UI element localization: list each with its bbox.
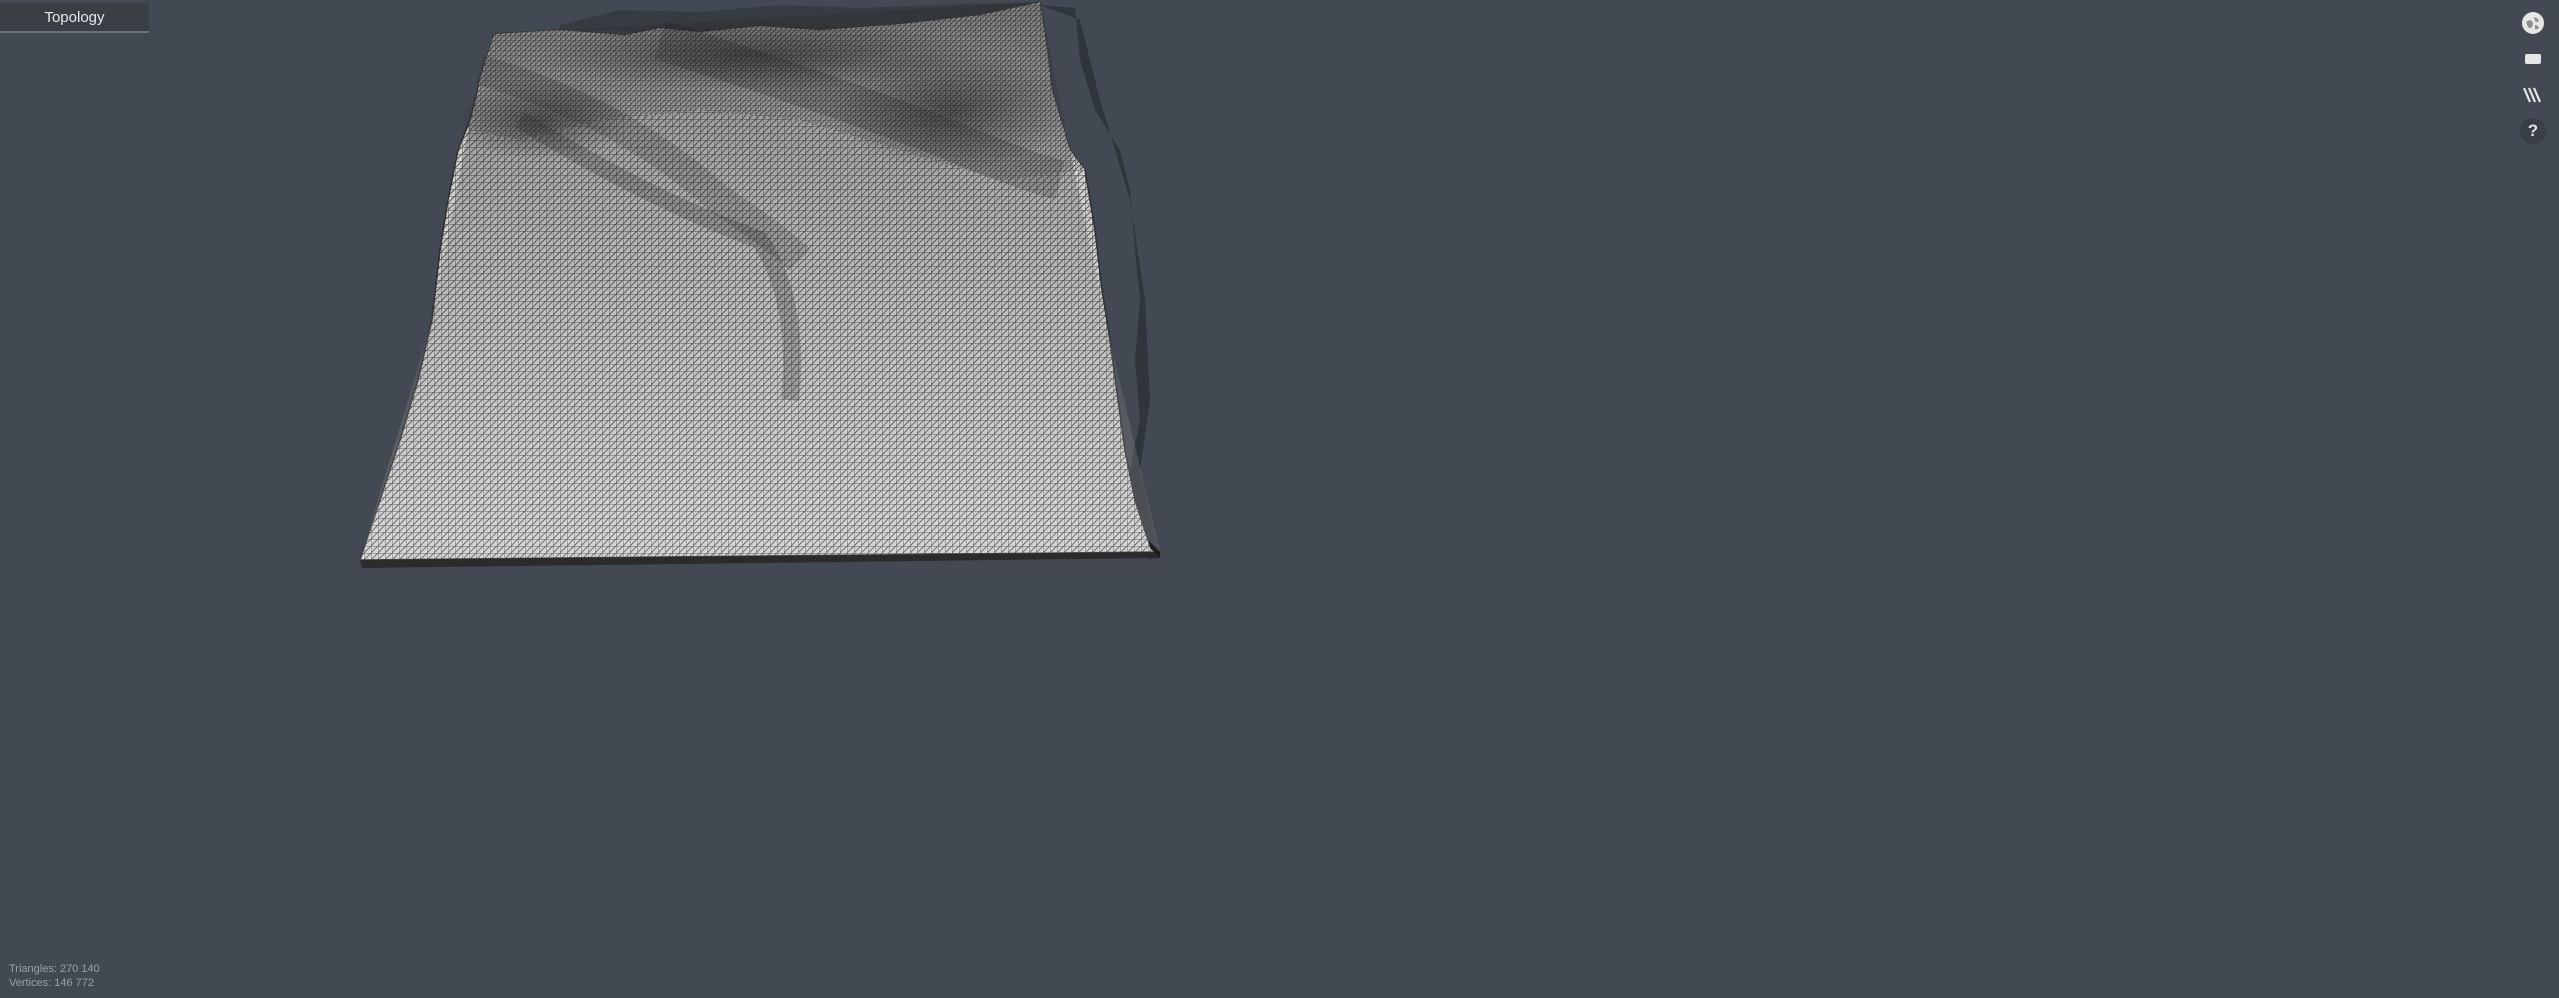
terrain-mesh[interactable] <box>0 0 2559 998</box>
panel-title: Topology <box>44 8 105 26</box>
globe-button[interactable] <box>2518 8 2548 38</box>
globe-icon <box>2522 12 2544 34</box>
help-button[interactable]: ? <box>2518 116 2548 146</box>
help-icon: ? <box>2520 118 2546 144</box>
layers-button[interactable] <box>2518 80 2548 110</box>
rectangle-icon <box>2525 54 2541 64</box>
view-mode-button[interactable] <box>2518 44 2548 74</box>
3d-viewport[interactable]: Topology ? Triangles: 270 140 Vertices: … <box>0 0 2559 998</box>
mesh-stats: Triangles: 270 140 Vertices: 146 772 <box>9 962 100 990</box>
triangle-count: Triangles: 270 140 <box>9 963 100 975</box>
vertex-count: Vertices: 146 772 <box>9 977 95 989</box>
viewport-toolbar: ? <box>2515 8 2551 152</box>
panel-title-tab[interactable]: Topology <box>0 3 149 33</box>
layers-icon <box>2522 87 2542 103</box>
